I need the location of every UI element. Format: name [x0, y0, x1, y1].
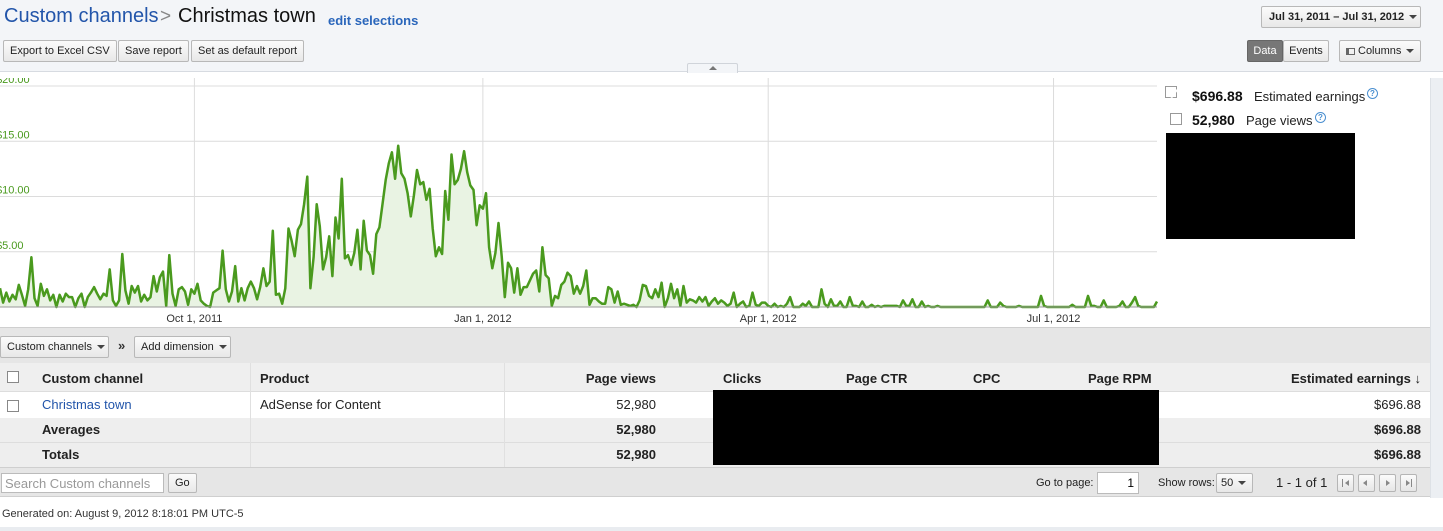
last-page-icon — [1411, 479, 1412, 487]
col-header-channel[interactable]: Custom channel — [42, 363, 143, 391]
breadcrumb-root-link[interactable]: Custom channels — [4, 5, 159, 28]
redacted-block — [1166, 133, 1355, 239]
page-number-input[interactable] — [1097, 472, 1139, 494]
search-go-button[interactable]: Go — [168, 473, 197, 493]
prev-page-button[interactable] — [1358, 474, 1375, 492]
totals-pageviews: 52,980 — [616, 447, 656, 462]
dimension-separator: » — [118, 338, 126, 353]
chevron-down-icon — [97, 345, 105, 350]
chevron-right-icon — [1386, 480, 1390, 486]
date-range-label: Jul 31, 2011 – Jul 31, 2012 — [1269, 11, 1405, 23]
x-tick-label: Jul 1, 2012 — [1027, 313, 1081, 325]
first-page-button[interactable] — [1337, 474, 1354, 492]
last-page-icon — [1406, 480, 1410, 486]
table-footer-bar: Go Go to page: Show rows: 50 1 - 1 of 1 — [0, 467, 1430, 497]
earnings-chart: $20.00 $15.00 $10.00 $5.00 Oct 1, 2011 Jan 1,… — [0, 74, 1159, 327]
col-header-rpm[interactable]: Page RPM — [1088, 363, 1152, 391]
collapse-chart-toggle[interactable] — [687, 63, 738, 73]
x-tick-label: Jan 1, 2012 — [454, 313, 512, 325]
averages-earnings: $696.88 — [1374, 422, 1421, 437]
earnings-total: $696.88 — [1192, 88, 1243, 104]
chart-legend: $696.88 Estimated earnings ? 52,980 Page… — [1160, 78, 1430, 327]
rows-per-page-value: 50 — [1221, 477, 1234, 489]
chart-svg: $20.00 $15.00 $10.00 $5.00 Oct 1, 2011 Jan 1,… — [0, 74, 1159, 327]
earnings-metric-checkbox[interactable] — [1165, 85, 1181, 103]
last-page-button[interactable] — [1400, 474, 1417, 492]
y-tick-label: $5.00 — [0, 240, 24, 252]
save-report-button[interactable]: Save report — [118, 40, 189, 62]
set-default-report-button[interactable]: Set as default report — [191, 40, 305, 62]
col-header-earnings[interactable]: Estimated earnings ↓ — [1291, 363, 1421, 391]
y-tick-label: $20.00 — [0, 78, 30, 86]
chevron-down-icon — [1406, 49, 1415, 54]
right-scroll-gutter — [1430, 78, 1443, 498]
export-csv-button[interactable]: Export to Excel CSV — [3, 40, 117, 62]
totals-earnings: $696.88 — [1374, 447, 1421, 462]
dimension-dropdown[interactable]: Custom channels — [0, 336, 109, 358]
column-divider — [250, 363, 251, 467]
col-header-ctr[interactable]: Page CTR — [846, 363, 907, 391]
tab-events[interactable]: Events — [1283, 40, 1329, 62]
date-range-button[interactable]: Jul 31, 2011 – Jul 31, 2012 — [1261, 6, 1421, 28]
search-input[interactable] — [1, 473, 164, 493]
first-page-icon — [1342, 479, 1343, 487]
column-divider — [504, 363, 505, 467]
select-all-checkbox[interactable] — [7, 371, 19, 383]
show-rows-label: Show rows: — [1158, 477, 1215, 489]
chevron-down-icon — [1409, 15, 1418, 20]
help-icon[interactable]: ? — [1315, 112, 1326, 123]
add-dimension-button[interactable]: Add dimension — [134, 336, 231, 358]
col-header-clicks[interactable]: Clicks — [723, 363, 761, 391]
help-icon[interactable]: ? — [1367, 88, 1378, 99]
pagination-range: 1 - 1 of 1 — [1276, 475, 1328, 490]
totals-label: Totals — [42, 447, 80, 462]
averages-pageviews: 52,980 — [616, 422, 656, 437]
y-tick-label: $10.00 — [0, 185, 30, 197]
col-header-pageviews[interactable]: Page views — [586, 363, 656, 391]
chevron-down-icon — [218, 345, 227, 350]
pageviews-total: 52,980 — [1192, 112, 1235, 128]
columns-label: Columns — [1358, 45, 1402, 57]
x-tick-label: Apr 1, 2012 — [740, 313, 797, 325]
chevron-down-icon — [1238, 481, 1247, 486]
add-dimension-label: Add dimension — [141, 341, 214, 353]
columns-button[interactable]: Columns — [1339, 40, 1421, 62]
goto-page-label: Go to page: — [1036, 477, 1094, 489]
chevron-left-icon — [1363, 480, 1367, 486]
averages-label: Averages — [42, 422, 101, 437]
product-cell: AdSense for Content — [260, 397, 381, 412]
breadcrumb-separator: > — [160, 6, 172, 27]
dimension-label: Custom channels — [7, 341, 92, 353]
dimension-bar: Custom channels » Add dimension — [0, 327, 1430, 363]
first-page-icon — [1345, 480, 1349, 486]
col-header-product[interactable]: Product — [260, 363, 309, 391]
bottom-strip — [0, 527, 1443, 531]
x-tick-label: Oct 1, 2011 — [166, 313, 222, 325]
redacted-block — [713, 390, 1159, 465]
tab-data[interactable]: Data — [1247, 40, 1283, 62]
rows-per-page-select[interactable]: 50 — [1216, 473, 1253, 493]
earnings-metric-label: Estimated earnings — [1254, 89, 1366, 104]
page-title: Christmas town — [178, 5, 316, 27]
edit-selections-link[interactable]: edit selections — [328, 13, 418, 28]
chevron-up-icon — [709, 66, 717, 70]
earnings-cell: $696.88 — [1374, 397, 1421, 412]
report-header: Custom channels > Christmas town edit se… — [0, 0, 1443, 72]
channel-link[interactable]: Christmas town — [42, 392, 132, 418]
pageviews-metric-label: Page views — [1246, 113, 1313, 128]
next-page-button[interactable] — [1379, 474, 1396, 492]
table-header-row: Custom channel Product Page views Clicks… — [0, 363, 1430, 392]
pageviews-metric-checkbox[interactable] — [1170, 113, 1182, 125]
generated-timestamp: Generated on: August 9, 2012 8:18:01 PM … — [2, 508, 244, 520]
row-checkbox[interactable] — [7, 400, 19, 412]
y-tick-label: $15.00 — [0, 129, 30, 141]
pageviews-cell: 52,980 — [616, 397, 656, 412]
columns-icon — [1346, 47, 1355, 55]
col-header-cpc[interactable]: CPC — [973, 363, 1000, 391]
